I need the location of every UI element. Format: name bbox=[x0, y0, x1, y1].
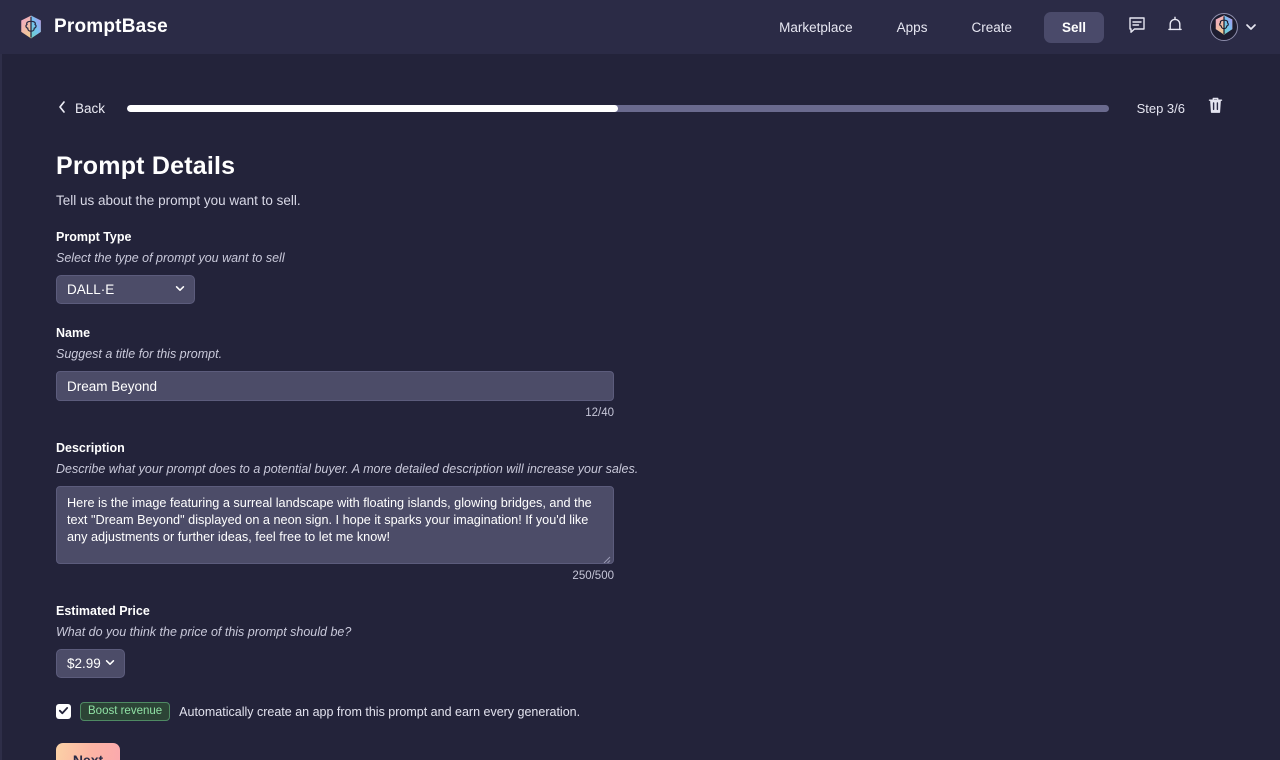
next-button[interactable]: Next bbox=[56, 743, 120, 760]
field-description: Description Describe what your prompt do… bbox=[56, 441, 1224, 582]
brand-title: PromptBase bbox=[54, 16, 168, 37]
nav-create[interactable]: Create bbox=[949, 13, 1034, 42]
name-counter: 12/40 bbox=[585, 407, 614, 419]
back-button[interactable]: Back bbox=[56, 100, 105, 117]
notifications-button[interactable] bbox=[1156, 8, 1194, 46]
chevron-down-icon bbox=[1244, 20, 1258, 34]
name-help: Suggest a title for this prompt. bbox=[56, 347, 223, 361]
boost-revenue-checkbox[interactable] bbox=[56, 704, 71, 719]
chat-bubble-icon bbox=[1127, 15, 1147, 40]
brain-logo-icon bbox=[18, 14, 44, 40]
price-value: $2.99 bbox=[67, 656, 101, 671]
price-label: Estimated Price bbox=[56, 604, 150, 618]
description-textarea[interactable]: Here is the image featuring a surreal la… bbox=[56, 486, 614, 564]
account-menu[interactable] bbox=[1210, 13, 1258, 41]
bell-icon bbox=[1165, 15, 1185, 40]
page-title: Prompt Details bbox=[56, 152, 236, 180]
price-select[interactable]: $2.99 bbox=[56, 649, 125, 678]
page-subtitle: Tell us about the prompt you want to sel… bbox=[56, 193, 301, 208]
description-value: Here is the image featuring a surreal la… bbox=[67, 496, 592, 544]
name-input-value: Dream Beyond bbox=[67, 378, 158, 394]
price-help: What do you think the price of this prom… bbox=[56, 625, 352, 639]
name-label: Name bbox=[56, 326, 91, 340]
nav-marketplace[interactable]: Marketplace bbox=[757, 13, 875, 42]
prompt-type-value: DALL·E bbox=[67, 282, 115, 297]
name-input[interactable]: Dream Beyond bbox=[56, 371, 614, 401]
boost-revenue-badge: Boost revenue bbox=[80, 702, 171, 721]
page-body: Back Step 3/6 Prompt Details Tell us abo… bbox=[0, 54, 1280, 760]
prompt-details-form: Prompt Details Tell us about the prompt … bbox=[0, 152, 1280, 760]
step-progress-bar: Back Step 3/6 bbox=[0, 54, 1280, 120]
brain-avatar-icon bbox=[1213, 14, 1235, 40]
top-header: PromptBase Marketplace Apps Create Sell bbox=[0, 0, 1280, 54]
description-counter: 250/500 bbox=[572, 570, 614, 582]
back-label: Back bbox=[75, 100, 106, 116]
chevron-down-icon bbox=[174, 282, 186, 297]
nav-sell-button[interactable]: Sell bbox=[1043, 11, 1104, 43]
boost-revenue-text: Automatically create an app from this pr… bbox=[179, 704, 581, 719]
prompt-type-select[interactable]: DALL·E bbox=[56, 275, 195, 304]
description-help: Describe what your prompt does to a pote… bbox=[56, 462, 639, 476]
progress-track bbox=[127, 104, 1109, 112]
field-estimated-price: Estimated Price What do you think the pr… bbox=[56, 604, 1224, 678]
field-name: Name Suggest a title for this prompt. Dr… bbox=[56, 326, 1224, 419]
boost-revenue-row: Boost revenue Automatically create an ap… bbox=[56, 702, 1224, 721]
avatar[interactable] bbox=[1210, 13, 1238, 41]
step-counter: Step 3/6 bbox=[1136, 100, 1185, 116]
chevron-left-icon bbox=[56, 100, 68, 117]
prompt-type-help: Select the type of prompt you want to se… bbox=[56, 251, 285, 265]
nav-apps[interactable]: Apps bbox=[875, 13, 950, 42]
chevron-down-icon bbox=[104, 656, 116, 671]
prompt-type-label: Prompt Type bbox=[56, 230, 132, 244]
brand-home-link[interactable]: PromptBase bbox=[18, 14, 168, 40]
field-prompt-type: Prompt Type Select the type of prompt yo… bbox=[56, 230, 1224, 304]
description-label: Description bbox=[56, 441, 125, 455]
main-nav: Marketplace Apps Create Sell bbox=[757, 8, 1258, 46]
messages-button[interactable] bbox=[1118, 8, 1156, 46]
trash-icon bbox=[1207, 96, 1224, 120]
progress-fill bbox=[127, 104, 618, 112]
check-icon bbox=[58, 703, 69, 721]
resize-grip-icon[interactable] bbox=[602, 552, 611, 563]
delete-draft-button[interactable] bbox=[1207, 96, 1224, 120]
